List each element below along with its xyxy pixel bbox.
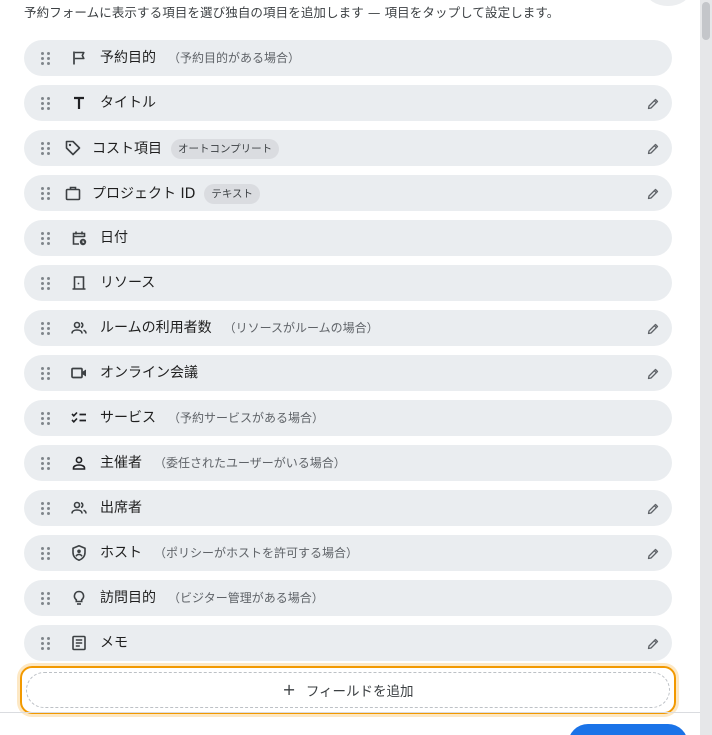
field-row[interactable]: リソース: [24, 265, 672, 301]
edit-pencil-icon[interactable]: [646, 141, 660, 155]
close-button[interactable]: [646, 0, 690, 6]
field-row[interactable]: 予約目的 （予約目的がある場合）: [24, 40, 672, 76]
drag-handle-icon[interactable]: [41, 277, 50, 290]
scrollbar[interactable]: [700, 0, 712, 735]
field-label: オンライン会議: [100, 365, 198, 381]
edit-pencil-icon[interactable]: [646, 546, 660, 560]
drag-handle-icon[interactable]: [41, 637, 50, 650]
title-icon: [70, 94, 88, 112]
edit-pencil-icon[interactable]: [646, 186, 660, 200]
field-list: 予約目的 （予約目的がある場合） タイトル コスト項目 オートコンプリート プロジェクト …: [24, 40, 672, 670]
field-row[interactable]: 主催者 （委任されたユーザーがいる場合）: [24, 445, 672, 481]
field-condition-note: （ビジター管理がある場合）: [168, 591, 324, 605]
field-label: サービス: [100, 410, 156, 426]
lightbulb-icon: [70, 589, 88, 607]
field-label: 出席者: [100, 500, 142, 516]
field-row[interactable]: 日付: [24, 220, 672, 256]
field-row[interactable]: メモ: [24, 625, 672, 661]
edit-pencil-icon[interactable]: [646, 321, 660, 335]
plus-icon: +: [282, 680, 296, 699]
checklist-icon: [70, 409, 88, 427]
drag-handle-icon[interactable]: [41, 502, 50, 515]
add-field-button[interactable]: + フィールドを追加: [26, 672, 670, 708]
drag-handle-icon[interactable]: [41, 457, 50, 470]
drag-handle-icon[interactable]: [41, 142, 50, 155]
field-condition-note: （委任されたユーザーがいる場合）: [154, 456, 346, 470]
field-condition-note: （予約サービスがある場合）: [168, 411, 325, 425]
calendar-clock-icon: [70, 229, 88, 247]
drag-handle-icon[interactable]: [41, 52, 50, 65]
shield-person-icon: [70, 544, 88, 562]
field-row[interactable]: ホスト （ポリシーがホストを許可する場合）: [24, 535, 672, 571]
field-row[interactable]: オンライン会議: [24, 355, 672, 391]
field-row[interactable]: サービス （予約サービスがある場合）: [24, 400, 672, 436]
field-label: リソース: [100, 275, 156, 291]
edit-pencil-icon[interactable]: [646, 636, 660, 650]
edit-pencil-icon[interactable]: [646, 366, 660, 380]
add-field-focus-ring: + フィールドを追加: [20, 666, 676, 714]
drag-handle-icon[interactable]: [41, 547, 50, 560]
field-condition-note: （ポリシーがホストを許可する場合）: [154, 546, 359, 560]
field-label: メモ: [100, 635, 128, 651]
field-row[interactable]: コスト項目 オートコンプリート: [24, 130, 672, 166]
tag-icon: [64, 139, 82, 157]
drag-handle-icon[interactable]: [41, 412, 50, 425]
field-label: 日付: [100, 230, 128, 246]
field-label: ホスト: [100, 545, 142, 561]
drag-handle-icon[interactable]: [41, 592, 50, 605]
edit-pencil-icon[interactable]: [646, 501, 660, 515]
field-label: タイトル: [100, 95, 156, 111]
field-row[interactable]: ルームの利用者数 （リソースがルームの場合）: [24, 310, 672, 346]
notes-icon: [70, 634, 88, 652]
field-row[interactable]: タイトル: [24, 85, 672, 121]
drag-handle-icon[interactable]: [41, 232, 50, 245]
field-type-chip: テキスト: [204, 184, 261, 204]
drag-handle-icon[interactable]: [41, 367, 50, 380]
field-row[interactable]: プロジェクト ID テキスト: [24, 175, 672, 211]
add-field-label: フィールドを追加: [305, 684, 414, 700]
save-button[interactable]: [568, 724, 688, 735]
field-label: 訪問目的: [100, 590, 156, 606]
field-label: コスト項目: [92, 141, 162, 157]
scrollbar-thumb[interactable]: [702, 2, 710, 40]
drag-handle-icon[interactable]: [41, 322, 50, 335]
field-type-chip: オートコンプリート: [171, 139, 280, 159]
flag-icon: [70, 49, 88, 67]
person-icon: [70, 454, 88, 472]
field-condition-note: （リソースがルームの場合）: [223, 321, 379, 335]
field-condition-note: （予約目的がある場合）: [168, 51, 301, 65]
drag-handle-icon[interactable]: [41, 97, 50, 110]
door-icon: [70, 274, 88, 292]
field-row[interactable]: 訪問目的 （ビジター管理がある場合）: [24, 580, 672, 616]
field-label: ルームの利用者数: [100, 320, 212, 336]
field-row[interactable]: 出席者: [24, 490, 672, 526]
people-icon: [70, 319, 88, 337]
field-label: プロジェクト ID: [92, 186, 196, 202]
drag-handle-icon[interactable]: [41, 187, 50, 200]
people-icon: [70, 499, 88, 517]
dialog-description: 予約フォームに表示する項目を選び独自の項目を追加します — 項目をタップして設定…: [24, 5, 560, 20]
field-label: 予約目的: [100, 50, 156, 66]
field-label: 主催者: [100, 455, 142, 471]
video-icon: [70, 364, 88, 382]
footer-divider: [0, 712, 700, 713]
edit-pencil-icon[interactable]: [646, 96, 660, 110]
briefcase-icon: [64, 184, 82, 202]
